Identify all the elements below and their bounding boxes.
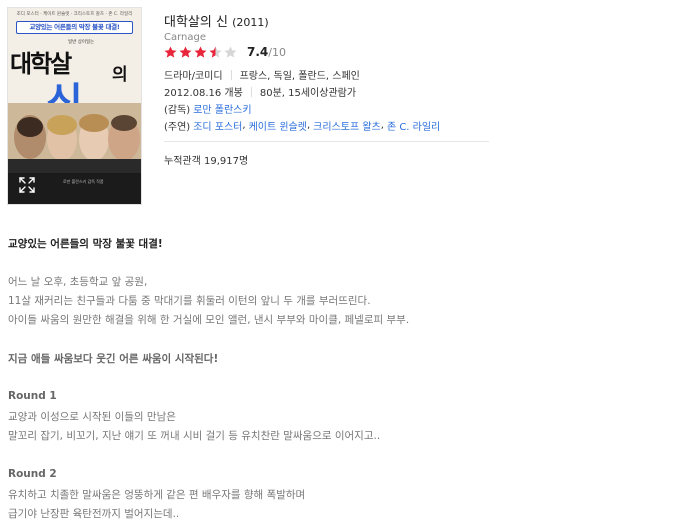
movie-title-row: 대학살의 신 (2011)	[164, 11, 269, 30]
star-rating	[164, 46, 239, 58]
cast-label: (주연)	[164, 122, 191, 133]
poster-tagline: 교양있는 어른들의 막장 불꽃 대결!	[16, 21, 133, 34]
cast-link[interactable]: 존 C. 라일리	[387, 118, 440, 133]
synopsis-line: 어느 날 오후, 초등학교 앞 공원,	[8, 276, 148, 288]
poster-bottom-credits: 로만 폴란스키 감독 작품	[63, 179, 104, 184]
director-row: (감독) 로만 폴란스키	[164, 101, 252, 116]
meta-divider	[250, 86, 252, 97]
synopsis-line: 아이들 싸움의 원만한 해결을 위해 한 거실에 모인 앨런, 낸시 부부와 마…	[8, 314, 410, 326]
runtime-rating: 80분, 15세이상관람가	[259, 88, 357, 99]
rating-max: /10	[268, 46, 286, 59]
synopsis-line: 교양있는 어른들의 막장 불꽃 대결!	[8, 238, 163, 250]
synopsis-line: 지금 애들 싸움보다 웃긴 어른 싸움이 시작된다!	[8, 353, 219, 365]
genre: 드라마/코미디	[164, 71, 223, 82]
poster-title-eui: 의	[112, 65, 128, 85]
info-divider	[164, 141, 489, 142]
director-link[interactable]: 로만 폴란스키	[193, 101, 251, 116]
original-title: Carnage	[164, 32, 207, 43]
synopsis-line: 유치하고 치졸한 말싸움은 엉뚱하게 같은 편 배우자를 향해 폭발하며	[8, 489, 306, 501]
star-half-icon	[209, 46, 222, 58]
synopsis-line: Round 2	[8, 468, 57, 480]
synopsis-line: 급기야 난장판 육탄전까지 벌어지는데..	[8, 508, 180, 520]
movie-poster[interactable]: 조디 포스터 · 케이트 윈슬렛 · 크리스토프 왈츠 · 존 C. 라일리 교…	[7, 7, 142, 205]
cast-row: (주연) 조디 포스터, 케이트 윈슬렛, 크리스토프 왈츠, 존 C. 라일리	[164, 118, 441, 133]
cast-link[interactable]: 크리스토프 왈츠	[313, 118, 381, 133]
synopsis-line: Round 1	[8, 390, 57, 402]
cast-link[interactable]: 케이트 윈슬렛	[249, 118, 307, 133]
poster-top-credits: 조디 포스터 · 케이트 윈슬렛 · 크리스토프 왈츠 · 존 C. 라일리	[16, 12, 133, 17]
star-empty-icon	[224, 46, 237, 58]
synopsis-line: 말꼬리 잡기, 비꼬기, 지난 얘기 또 꺼내 시비 걸기 등 유치찬란 말싸움…	[8, 430, 381, 442]
rating-row: 7.4/10	[164, 44, 286, 60]
rating-value: 7.4	[247, 45, 269, 59]
genre-country-row: 드라마/코미디 프랑스, 독일, 폴란드, 스페인	[164, 67, 360, 82]
release-date: 2012.08.16 개봉	[164, 88, 243, 99]
movie-year: (2011)	[232, 16, 269, 29]
synopsis-line: 11살 재커리는 친구들과 다툼 중 막대기를 휘둘러 이턴의 앞니 두 개를 …	[8, 295, 371, 307]
poster-small-title: 일반 상이일는	[68, 40, 95, 45]
movie-title[interactable]: 대학살의 신	[164, 15, 228, 30]
cast-link[interactable]: 조디 포스터	[193, 118, 242, 133]
countries: 프랑스, 독일, 폴란드, 스페인	[239, 71, 360, 82]
director-label: (감독)	[164, 105, 191, 116]
poster-cast-illustration	[8, 103, 141, 173]
audience-count: 누적관객 19,917명	[164, 156, 249, 167]
star-filled-icon	[194, 46, 207, 58]
synopsis-line: 교양과 이성으로 시작된 이들의 만남은	[8, 411, 176, 423]
release-runtime-row: 2012.08.16 개봉 80분, 15세이상관람가	[164, 84, 356, 99]
star-filled-icon	[179, 46, 192, 58]
meta-divider	[230, 69, 232, 80]
rating-score: 7.4/10	[247, 45, 286, 59]
expand-icon[interactable]	[18, 176, 36, 194]
star-filled-icon	[164, 46, 177, 58]
